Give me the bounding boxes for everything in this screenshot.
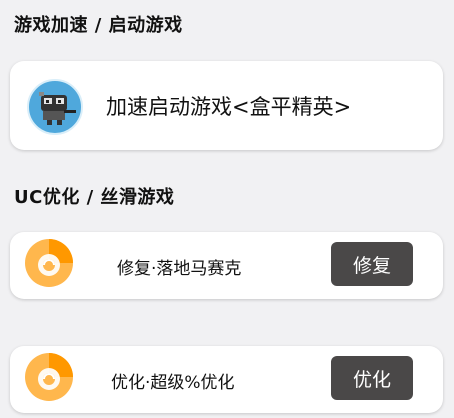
fix-button[interactable]: 修复 — [331, 242, 413, 286]
super-optimize-row: 优化·超级%优化 优化 — [10, 346, 443, 413]
fix-mosaic-row: 修复·落地马赛克 修复 — [10, 232, 443, 299]
game-avatar-icon — [27, 79, 83, 135]
super-optimize-label: 优化·超级%优化 — [111, 373, 235, 393]
optimize-button[interactable]: 优化 — [331, 356, 413, 400]
launch-game-label: 加速启动游戏<盒平精英> — [106, 95, 352, 119]
section-title-optimize: UC优化 / 丝滑游戏 — [14, 187, 175, 208]
uc-browser-icon — [24, 238, 74, 288]
fix-mosaic-label: 修复·落地马赛克 — [117, 259, 242, 279]
section-title-accelerate: 游戏加速 / 启动游戏 — [14, 15, 183, 36]
uc-browser-icon — [24, 352, 74, 402]
launch-game-card[interactable]: 加速启动游戏<盒平精英> — [10, 61, 443, 150]
